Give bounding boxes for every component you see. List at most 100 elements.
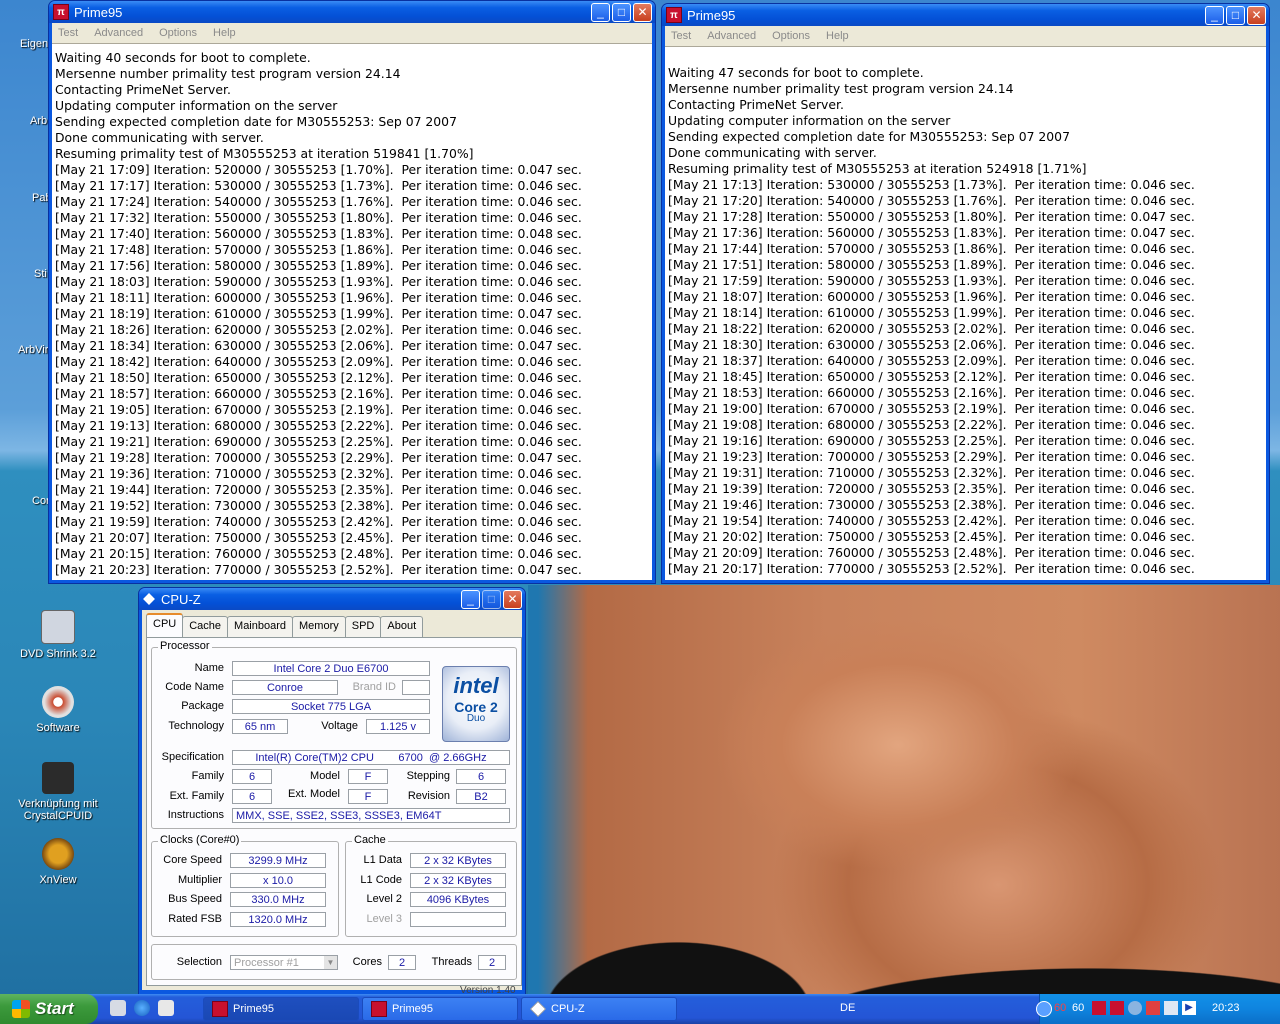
clock[interactable]: 20:23 — [1212, 1002, 1240, 1014]
window-title: Prime95 — [74, 4, 123, 20]
threads-value: 2 — [478, 955, 506, 970]
menu-help[interactable]: Help — [213, 27, 236, 39]
close-button[interactable]: ✕ — [633, 2, 652, 22]
prime95-window-right[interactable]: π Prime95 _ □ ✕ Test Advanced Options He… — [661, 3, 1270, 584]
chip-icon — [42, 762, 74, 794]
cpuz-body: CPU Cache Mainboard Memory SPD About Pro… — [142, 610, 522, 996]
show-desktop-icon[interactable] — [110, 1000, 126, 1016]
title-bar[interactable]: π Prime95 _ □ ✕ — [662, 4, 1269, 26]
multiplier-value: x 10.0 — [230, 873, 326, 888]
ratedfsb-value: 1320.0 MHz — [230, 912, 326, 927]
taskbar-item-cpuz[interactable]: CPU-Z — [521, 997, 677, 1021]
tab-about[interactable]: About — [380, 616, 424, 637]
cores-value: 2 — [388, 955, 416, 970]
menu-test[interactable]: Test — [671, 30, 691, 42]
tab-memory[interactable]: Memory — [292, 616, 346, 637]
brandid-value — [402, 680, 430, 695]
prime95-tray-icon[interactable] — [1092, 1001, 1106, 1015]
console-line: Updating computer information on the ser… — [55, 98, 338, 113]
internet-explorer-icon[interactable] — [134, 1000, 150, 1016]
quicklaunch-icon[interactable] — [158, 1000, 174, 1016]
tray-temp-1[interactable]: 60 — [1054, 1002, 1066, 1014]
minimize-button[interactable]: _ — [1205, 5, 1224, 25]
level3-value — [410, 912, 506, 927]
processor-select[interactable]: Processor #1 — [230, 955, 338, 970]
maximize-button[interactable]: □ — [612, 2, 631, 22]
taskbar-item-prime95-2[interactable]: Prime95 — [362, 997, 518, 1021]
taskbar: Start Prime95 Prime95 CPU-Z DE 60 60 ▶ 2… — [0, 994, 1280, 1024]
minimize-button[interactable]: _ — [461, 589, 480, 609]
desktop-icon-dvd-shrink[interactable]: DVD Shrink 3.2 — [13, 610, 103, 660]
tab-cache[interactable]: Cache — [182, 616, 229, 637]
extfamily-label: Ext. Family — [169, 790, 224, 802]
console-line: [May 21 18:03] Iteration: 590000 / 30555… — [55, 274, 582, 289]
menu-test[interactable]: Test — [58, 27, 78, 39]
tray-app-icon[interactable] — [1128, 1001, 1142, 1015]
desktop-icon-crystalcpuid[interactable]: Verknüpfung mit CrystalCPUID — [13, 762, 103, 822]
tray-expand-icon[interactable] — [1036, 1001, 1052, 1017]
maximize-button[interactable]: □ — [1226, 5, 1245, 25]
dropdown-arrow-icon[interactable]: ▼ — [324, 956, 337, 969]
console-line: Waiting 40 seconds for boot to complete. — [55, 50, 311, 65]
menu-advanced[interactable]: Advanced — [94, 27, 143, 39]
tab-spd[interactable]: SPD — [344, 616, 382, 637]
extfamily-value: 6 — [232, 789, 272, 804]
prime95-tray-icon[interactable] — [1110, 1001, 1124, 1015]
prime95-icon: π — [666, 7, 682, 23]
title-bar[interactable]: CPU-Z _ □ ✕ — [139, 588, 525, 610]
tab-mainboard[interactable]: Mainboard — [227, 616, 294, 637]
console-line: [May 21 20:23] Iteration: 770000 / 30555… — [55, 562, 582, 577]
revision-label: Revision — [407, 790, 450, 802]
desktop-icon-xnview[interactable]: XnView — [13, 838, 103, 886]
menu-bar: Test Advanced Options Help — [665, 26, 1266, 47]
name-value: Intel Core 2 Duo E6700 — [232, 661, 430, 676]
model-label: Model — [310, 770, 340, 782]
console-line: Sending expected completion date for M30… — [55, 114, 457, 129]
console-line: [May 21 20:07] Iteration: 750000 / 30555… — [55, 530, 582, 545]
close-button[interactable]: ✕ — [1247, 5, 1266, 25]
taskbar-item-prime95-1[interactable]: Prime95 — [203, 997, 359, 1021]
console-line: Sending expected completion date for M30… — [668, 129, 1070, 144]
windows-flag-icon — [12, 1000, 30, 1018]
extmodel-label: Ext. Model — [288, 788, 340, 800]
tab-cpu[interactable]: CPU — [146, 613, 184, 638]
close-button[interactable]: ✕ — [503, 589, 522, 609]
menu-options[interactable]: Options — [159, 27, 197, 39]
menu-advanced[interactable]: Advanced — [707, 30, 756, 42]
clocks-group: Clocks (Core#0) Core Speed 3299.9 MHz Mu… — [151, 834, 339, 937]
l1data-label: L1 Data — [363, 854, 402, 866]
console-line: [May 21 20:02] Iteration: 750000 / 30555… — [668, 529, 1195, 544]
selection-group: Selection Processor #1 ▼ Cores 2 Threads… — [151, 944, 517, 980]
start-button[interactable]: Start — [0, 994, 98, 1024]
menu-help[interactable]: Help — [826, 30, 849, 42]
tray-temp-2[interactable]: 60 — [1072, 1002, 1084, 1014]
console-line: [May 21 18:19] Iteration: 610000 / 30555… — [55, 306, 582, 321]
console-line: [May 21 19:36] Iteration: 710000 / 30555… — [55, 466, 582, 481]
intel-core2-duo-logo: intel Core 2 Duo — [442, 666, 510, 742]
prime95-window-left[interactable]: π Prime95 _ □ ✕ Test Advanced Options He… — [48, 0, 656, 584]
desktop-icon-software[interactable]: Software — [13, 686, 103, 734]
voltage-label: Voltage — [321, 720, 358, 732]
maximize-button: □ — [482, 589, 501, 609]
antivirus-tray-icon[interactable] — [1146, 1001, 1160, 1015]
multiplier-label: Multiplier — [177, 874, 222, 886]
output-console[interactable]: Waiting 47 seconds for boot to complete.… — [665, 47, 1266, 580]
ratedfsb-label: Rated FSB — [168, 913, 222, 925]
console-line: [May 21 17:36] Iteration: 560000 / 30555… — [668, 225, 1195, 240]
task-label: Prime95 — [392, 1003, 433, 1015]
cpuz-window[interactable]: CPU-Z _ □ ✕ CPU Cache Mainboard Memory S… — [138, 587, 526, 997]
console-line: Mersenne number primality test program v… — [668, 81, 1014, 96]
console-line: [May 21 17:24] Iteration: 540000 / 30555… — [55, 194, 582, 209]
menu-options[interactable]: Options — [772, 30, 810, 42]
media-play-icon[interactable]: ▶ — [1182, 1001, 1196, 1015]
output-console[interactable]: Waiting 40 seconds for boot to complete.… — [52, 44, 652, 580]
desktop-icon-label: Verknüpfung mit CrystalCPUID — [18, 798, 98, 822]
language-indicator[interactable]: DE — [840, 1002, 855, 1014]
network-tray-icon[interactable] — [1164, 1001, 1178, 1015]
console-line: [May 21 19:46] Iteration: 730000 / 30555… — [668, 497, 1195, 512]
minimize-button[interactable]: _ — [591, 2, 610, 22]
console-line: [May 21 19:52] Iteration: 730000 / 30555… — [55, 498, 582, 513]
title-bar[interactable]: π Prime95 _ □ ✕ — [49, 1, 655, 23]
busspeed-value: 330.0 MHz — [230, 892, 326, 907]
group-title: Clocks (Core#0) — [158, 834, 242, 846]
